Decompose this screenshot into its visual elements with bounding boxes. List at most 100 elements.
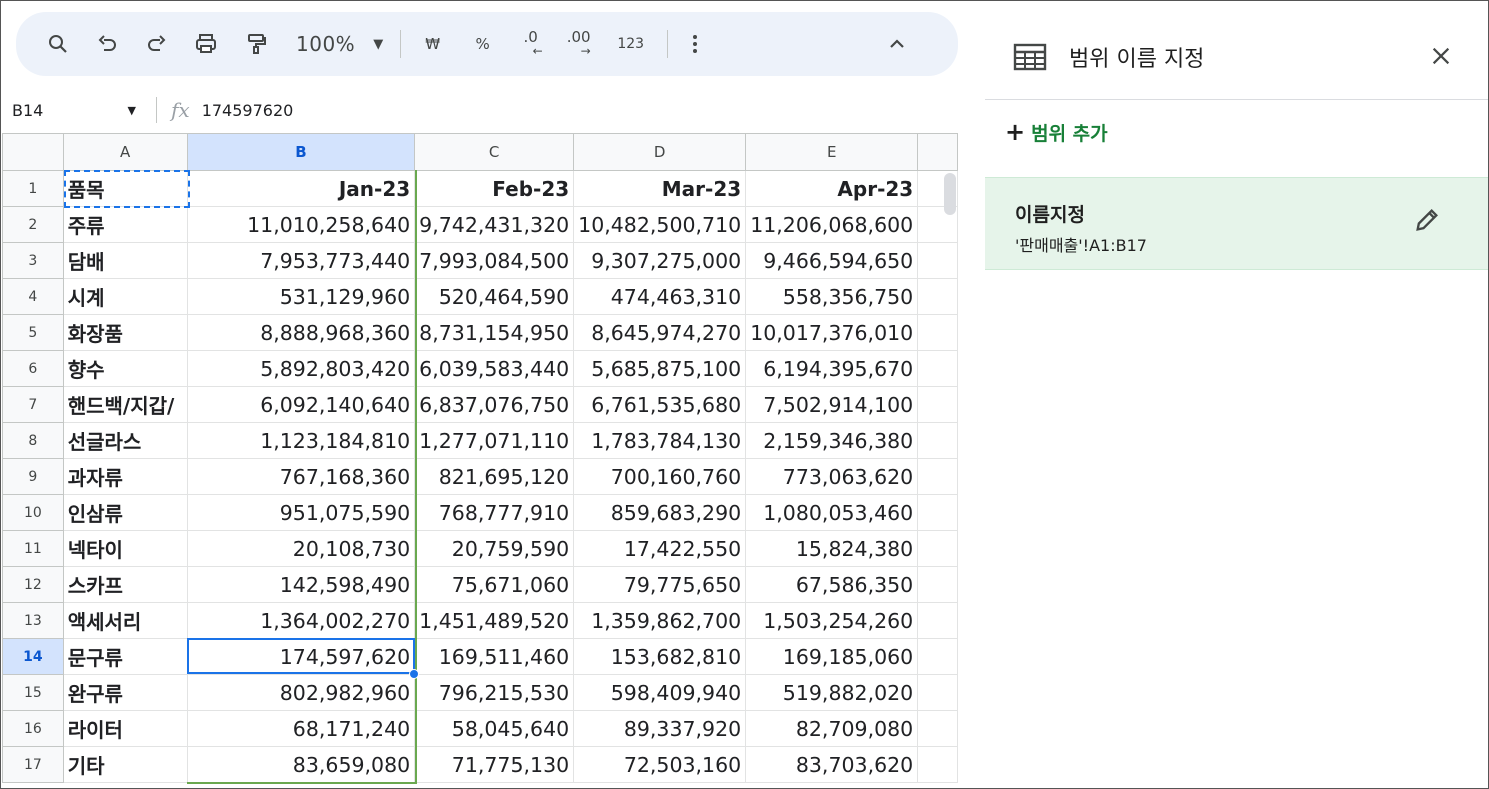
row-header[interactable]: 3 xyxy=(2,242,64,279)
cell-f[interactable] xyxy=(917,746,958,783)
cell-b[interactable]: 142,598,490 xyxy=(186,566,416,603)
add-range-button[interactable]: + 범위 추가 xyxy=(1005,118,1108,146)
cell-a[interactable]: 인삼류 xyxy=(62,494,188,531)
row-header[interactable]: 4 xyxy=(2,278,64,315)
cell-b[interactable]: 20,108,730 xyxy=(186,530,416,567)
cell-a[interactable]: 화장품 xyxy=(62,314,188,351)
cell-f[interactable] xyxy=(917,530,958,567)
cell-d[interactable]: 72,503,160 xyxy=(573,746,747,783)
cell-f[interactable] xyxy=(917,458,958,495)
cell-e[interactable]: 1,080,053,460 xyxy=(745,494,919,531)
cell-e[interactable]: 15,824,380 xyxy=(745,530,919,567)
paint-format-button[interactable] xyxy=(236,24,276,64)
cell-b[interactable]: 767,168,360 xyxy=(186,458,416,495)
cell-b[interactable]: 174,597,620 xyxy=(186,638,416,675)
cell-e[interactable]: 2,159,346,380 xyxy=(745,422,919,459)
row-header[interactable]: 9 xyxy=(2,458,64,495)
cell-f[interactable] xyxy=(917,278,958,315)
cell-f[interactable] xyxy=(917,638,958,675)
row-header[interactable]: 12 xyxy=(2,566,64,603)
cell-a[interactable]: 시계 xyxy=(62,278,188,315)
cell-f[interactable] xyxy=(917,674,958,711)
cell-c[interactable]: 768,777,910 xyxy=(414,494,575,531)
redo-button[interactable] xyxy=(136,24,176,64)
vertical-scrollbar[interactable] xyxy=(944,173,956,215)
cell-e[interactable]: 67,586,350 xyxy=(745,566,919,603)
cell-c[interactable]: 58,045,640 xyxy=(414,710,575,747)
cell-b[interactable]: Jan-23 xyxy=(186,170,416,207)
cell-d[interactable]: 1,783,784,130 xyxy=(573,422,747,459)
cell-e[interactable]: 1,503,254,260 xyxy=(745,602,919,639)
cell-a[interactable]: 문구류 xyxy=(62,638,188,675)
spreadsheet-grid[interactable]: A B C D E 1 품목 Jan-23 Feb-23 Mar-23 Apr-23 2 주류… xyxy=(2,133,958,785)
cell-a[interactable]: 담배 xyxy=(62,242,188,279)
cell-e[interactable]: 83,703,620 xyxy=(745,746,919,783)
cell-a[interactable]: 스카프 xyxy=(62,566,188,603)
cell-c[interactable]: 796,215,530 xyxy=(414,674,575,711)
cell-e[interactable]: 10,017,376,010 xyxy=(745,314,919,351)
cell-c[interactable]: 6,039,583,440 xyxy=(414,350,575,387)
cell-c[interactable]: 71,775,130 xyxy=(414,746,575,783)
increase-decimal-button[interactable]: .00 → xyxy=(557,24,601,64)
row-header[interactable]: 7 xyxy=(2,386,64,423)
row-header[interactable]: 13 xyxy=(2,602,64,639)
format-percent-button[interactable]: % xyxy=(463,24,503,64)
cell-d[interactable]: 89,337,920 xyxy=(573,710,747,747)
select-all-corner[interactable] xyxy=(2,133,64,171)
row-header[interactable]: 8 xyxy=(2,422,64,459)
cell-e[interactable]: 519,882,020 xyxy=(745,674,919,711)
more-options-button[interactable] xyxy=(680,24,710,64)
cell-f[interactable] xyxy=(917,566,958,603)
cell-b[interactable]: 83,659,080 xyxy=(186,746,416,783)
named-range-item[interactable]: 이름지정 '판매매출'!A1:B17 xyxy=(985,177,1489,270)
cell-d[interactable]: 700,160,760 xyxy=(573,458,747,495)
cell-c[interactable]: 20,759,590 xyxy=(414,530,575,567)
more-formats-button[interactable]: 123 xyxy=(607,24,655,64)
zoom-select[interactable]: 100% ▼ xyxy=(296,24,384,64)
cell-a[interactable]: 기타 xyxy=(62,746,188,783)
row-header[interactable]: 2 xyxy=(2,206,64,243)
cell-f[interactable] xyxy=(917,314,958,351)
cell-c[interactable]: Feb-23 xyxy=(414,170,575,207)
column-header-d[interactable]: D xyxy=(573,133,747,171)
cell-e[interactable]: 773,063,620 xyxy=(745,458,919,495)
cell-d[interactable]: 1,359,862,700 xyxy=(573,602,747,639)
row-header[interactable]: 11 xyxy=(2,530,64,567)
cell-e[interactable]: 7,502,914,100 xyxy=(745,386,919,423)
cell-f[interactable] xyxy=(917,494,958,531)
cell-f[interactable] xyxy=(917,602,958,639)
cell-f[interactable] xyxy=(917,350,958,387)
cell-a[interactable]: 액세서리 xyxy=(62,602,188,639)
column-header-b[interactable]: B xyxy=(186,133,416,171)
cell-c[interactable]: 520,464,590 xyxy=(414,278,575,315)
format-currency-button[interactable]: ₩ xyxy=(413,24,453,64)
cell-e[interactable]: 558,356,750 xyxy=(745,278,919,315)
cell-b[interactable]: 802,982,960 xyxy=(186,674,416,711)
cell-b[interactable]: 68,171,240 xyxy=(186,710,416,747)
cell-d[interactable]: 474,463,310 xyxy=(573,278,747,315)
column-header-a[interactable]: A xyxy=(62,133,188,171)
cell-a[interactable]: 과자류 xyxy=(62,458,188,495)
cell-a[interactable]: 주류 xyxy=(62,206,188,243)
cell-b[interactable]: 7,953,773,440 xyxy=(186,242,416,279)
cell-e[interactable]: 82,709,080 xyxy=(745,710,919,747)
cell-d[interactable]: 10,482,500,710 xyxy=(573,206,747,243)
cell-d[interactable]: Mar-23 xyxy=(573,170,747,207)
print-button[interactable] xyxy=(186,24,226,64)
collapse-toolbar-button[interactable] xyxy=(882,24,912,64)
cell-d[interactable]: 5,685,875,100 xyxy=(573,350,747,387)
cell-a[interactable]: 넥타이 xyxy=(62,530,188,567)
cell-b[interactable]: 951,075,590 xyxy=(186,494,416,531)
row-header[interactable]: 17 xyxy=(2,746,64,783)
cell-b[interactable]: 11,010,258,640 xyxy=(186,206,416,243)
close-button[interactable] xyxy=(1430,40,1452,75)
cell-d[interactable]: 859,683,290 xyxy=(573,494,747,531)
cell-c[interactable]: 75,671,060 xyxy=(414,566,575,603)
row-header[interactable]: 6 xyxy=(2,350,64,387)
cell-d[interactable]: 79,775,650 xyxy=(573,566,747,603)
cell-f[interactable] xyxy=(917,386,958,423)
cell-f[interactable] xyxy=(917,710,958,747)
cell-c[interactable]: 6,837,076,750 xyxy=(414,386,575,423)
cell-b[interactable]: 5,892,803,420 xyxy=(186,350,416,387)
fill-handle[interactable] xyxy=(409,669,419,679)
